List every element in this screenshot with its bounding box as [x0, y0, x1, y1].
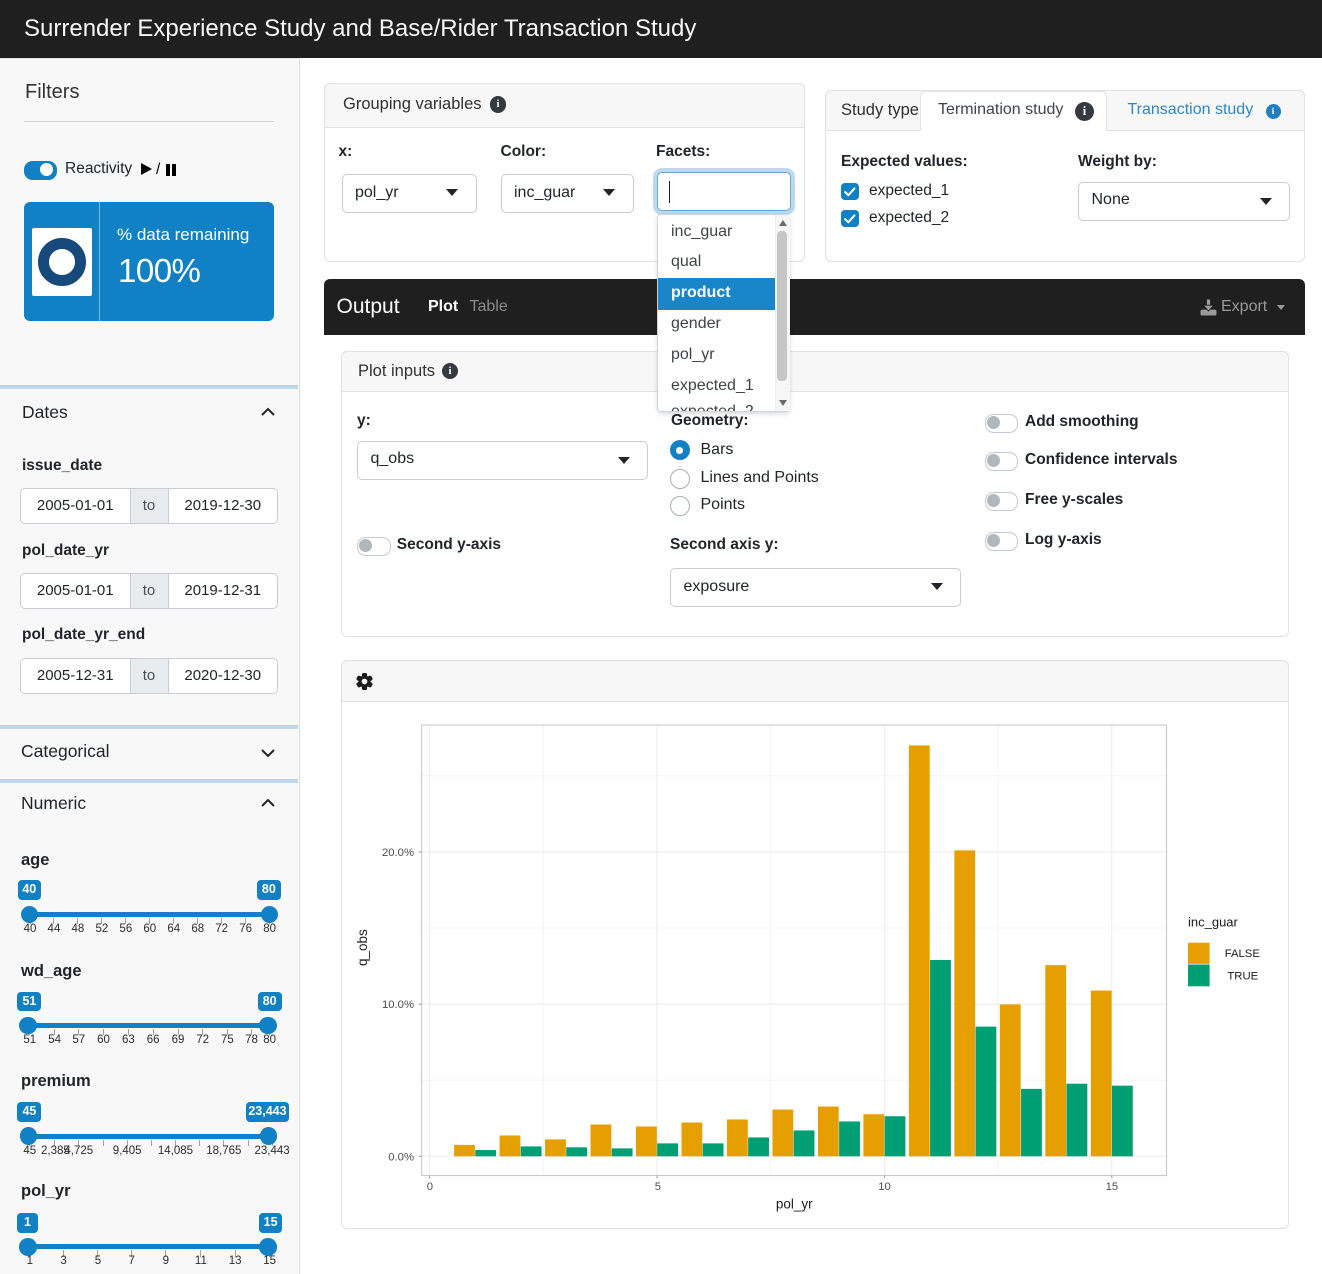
svg-text:15: 15: [1106, 1181, 1119, 1193]
svg-text:0.0%: 0.0%: [388, 1151, 414, 1163]
svg-text:FALSE: FALSE: [1225, 948, 1261, 960]
svg-text:10.0%: 10.0%: [382, 999, 414, 1011]
svg-text:10: 10: [878, 1181, 891, 1193]
svg-text:5: 5: [655, 1181, 661, 1193]
svg-text:pol_yr: pol_yr: [776, 1197, 813, 1212]
svg-text:TRUE: TRUE: [1227, 971, 1258, 983]
svg-text:0: 0: [427, 1181, 433, 1193]
svg-text:q_obs: q_obs: [355, 929, 370, 966]
svg-text:inc_guar: inc_guar: [1188, 914, 1239, 929]
svg-text:20.0%: 20.0%: [382, 847, 414, 859]
